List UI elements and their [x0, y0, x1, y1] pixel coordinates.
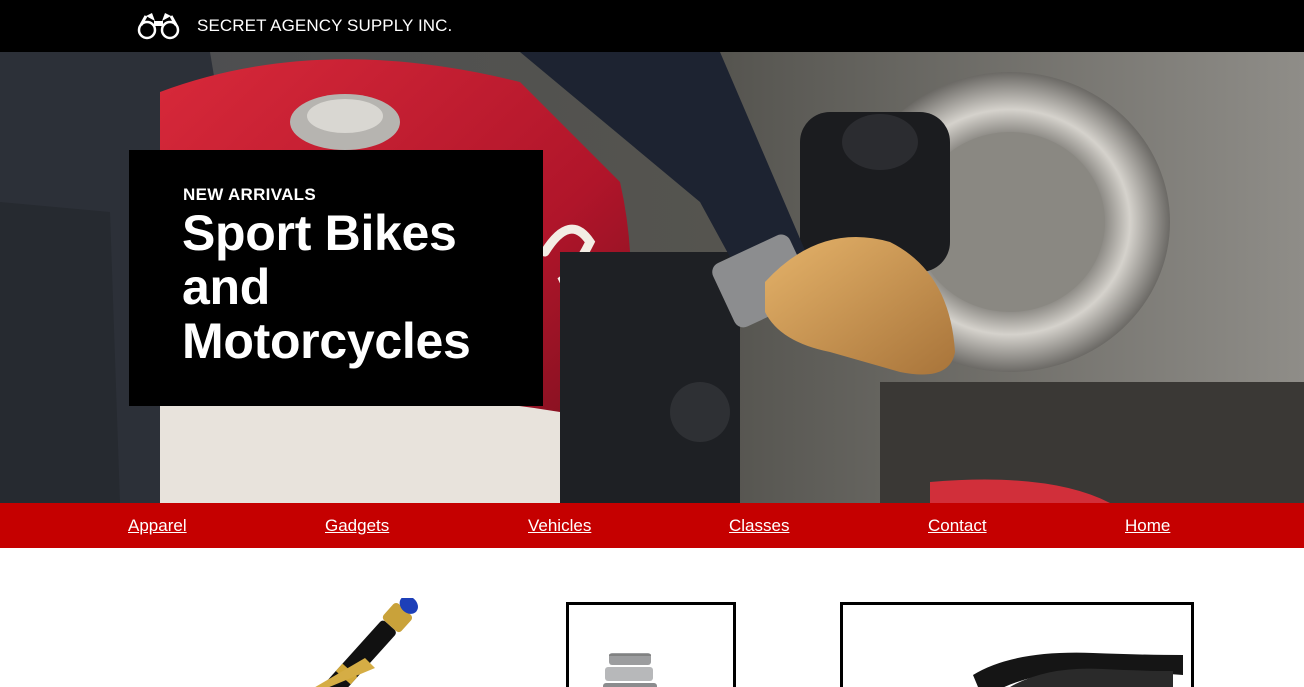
product-card-sunglasses[interactable]	[840, 602, 1194, 687]
nav-link-classes[interactable]: Classes	[729, 516, 789, 536]
promo-card[interactable]: NEW ARRIVALS Sport Bikes and Motorcycles	[129, 150, 543, 406]
sunglasses-image	[973, 652, 1183, 687]
hero-banner: NEW ARRIVALS Sport Bikes and Motorcycles	[0, 52, 1304, 503]
promo-title[interactable]: Sport Bikes and Motorcycles	[182, 206, 532, 368]
nav-link-apparel[interactable]: Apparel	[128, 516, 187, 536]
nav-link-vehicles[interactable]: Vehicles	[528, 516, 591, 536]
product-card-watch[interactable]	[566, 602, 736, 687]
wristwatch-image	[603, 653, 657, 687]
main-nav: Apparel Gadgets Vehicles Classes Contact…	[0, 503, 1304, 548]
top-header: SECRET AGENCY SUPPLY INC.	[0, 0, 1304, 52]
nav-link-gadgets[interactable]: Gadgets	[325, 516, 389, 536]
fountain-pen-image	[310, 595, 418, 687]
product-grid	[0, 548, 1304, 687]
promo-kicker: NEW ARRIVALS	[183, 185, 316, 204]
product-card-pen[interactable]	[300, 595, 440, 687]
nav-link-contact[interactable]: Contact	[928, 516, 987, 536]
binoculars-icon[interactable]	[137, 12, 180, 40]
nav-link-home[interactable]: Home	[1125, 516, 1170, 536]
brand-name[interactable]: SECRET AGENCY SUPPLY INC.	[197, 16, 452, 36]
